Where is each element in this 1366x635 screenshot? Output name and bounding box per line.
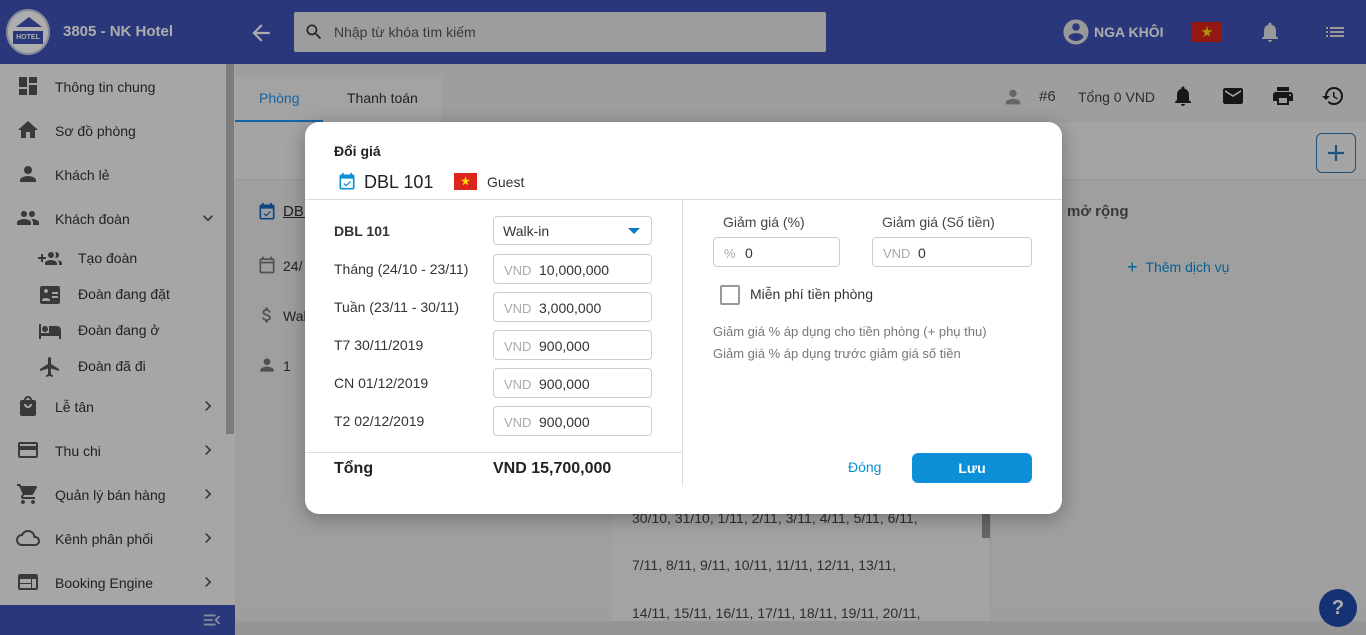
- free-room-label[interactable]: Miễn phí tiền phòng: [750, 286, 873, 302]
- price-value: 900,000: [539, 376, 590, 392]
- percent-symbol: %: [724, 246, 736, 261]
- total-divider: [305, 452, 682, 453]
- currency-label: VND: [883, 246, 911, 261]
- calendar-check-icon: [337, 172, 357, 195]
- discount-amount-input[interactable]: VND 0: [872, 237, 1032, 267]
- currency-label: VND: [504, 301, 532, 316]
- price-input-day[interactable]: VND 900,000: [493, 406, 652, 436]
- price-row-label: CN 01/12/2019: [334, 375, 429, 391]
- price-value: 3,000,000: [539, 300, 602, 316]
- price-value: 900,000: [539, 338, 590, 354]
- currency-label: VND: [504, 339, 532, 354]
- change-price-dialog: Đổi giá DBL 101 Guest DBL 101 Walk-in Th…: [305, 122, 1062, 514]
- rate-plan-select[interactable]: Walk-in: [493, 216, 652, 245]
- dialog-divider: [305, 199, 1062, 200]
- caret-down-icon: [628, 228, 640, 234]
- discount-note: Giảm giá % áp dụng trước giảm giá số tiề…: [713, 346, 961, 361]
- currency-label: VND: [504, 415, 532, 430]
- price-input-day[interactable]: VND 900,000: [493, 368, 652, 398]
- free-room-checkbox[interactable]: [720, 285, 740, 305]
- price-input-week[interactable]: VND 3,000,000: [493, 292, 652, 322]
- price-value: 900,000: [539, 414, 590, 430]
- total-value: VND 15,700,000: [493, 460, 612, 477]
- currency-label: VND: [504, 263, 532, 278]
- dialog-room-name: DBL 101: [364, 172, 434, 192]
- price-row-label: T2 02/12/2019: [334, 413, 425, 429]
- dialog-guest-name: Guest: [487, 174, 525, 190]
- price-row-label: Tuần (23/11 - 30/11): [334, 299, 460, 315]
- vietnam-flag-icon: [454, 173, 477, 190]
- discount-percent-label: Giảm giá (%): [723, 214, 805, 230]
- price-input-month[interactable]: VND 10,000,000: [493, 254, 652, 284]
- dialog-column-divider: [682, 200, 683, 486]
- discount-amount-value: 0: [918, 245, 926, 261]
- discount-amount-label: Giảm giá (Số tiền): [882, 214, 995, 230]
- total-label: Tổng: [334, 460, 374, 477]
- price-row-label: T7 30/11/2019: [334, 337, 424, 353]
- close-button[interactable]: Đóng: [848, 459, 881, 475]
- rate-plan-value: Walk-in: [503, 223, 550, 239]
- price-value: 10,000,000: [539, 262, 610, 278]
- dialog-title: Đổi giá: [334, 143, 381, 159]
- currency-label: VND: [504, 377, 532, 392]
- discount-note: Giảm giá % áp dụng cho tiền phòng (+ phụ…: [713, 324, 987, 339]
- discount-percent-input[interactable]: % 0: [713, 237, 840, 267]
- price-row-label: Tháng (24/10 - 23/11): [334, 261, 469, 277]
- save-button[interactable]: Lưu: [912, 453, 1032, 483]
- discount-percent-value: 0: [745, 245, 753, 261]
- rate-room-label: DBL 101: [334, 223, 390, 239]
- price-input-day[interactable]: VND 900,000: [493, 330, 652, 360]
